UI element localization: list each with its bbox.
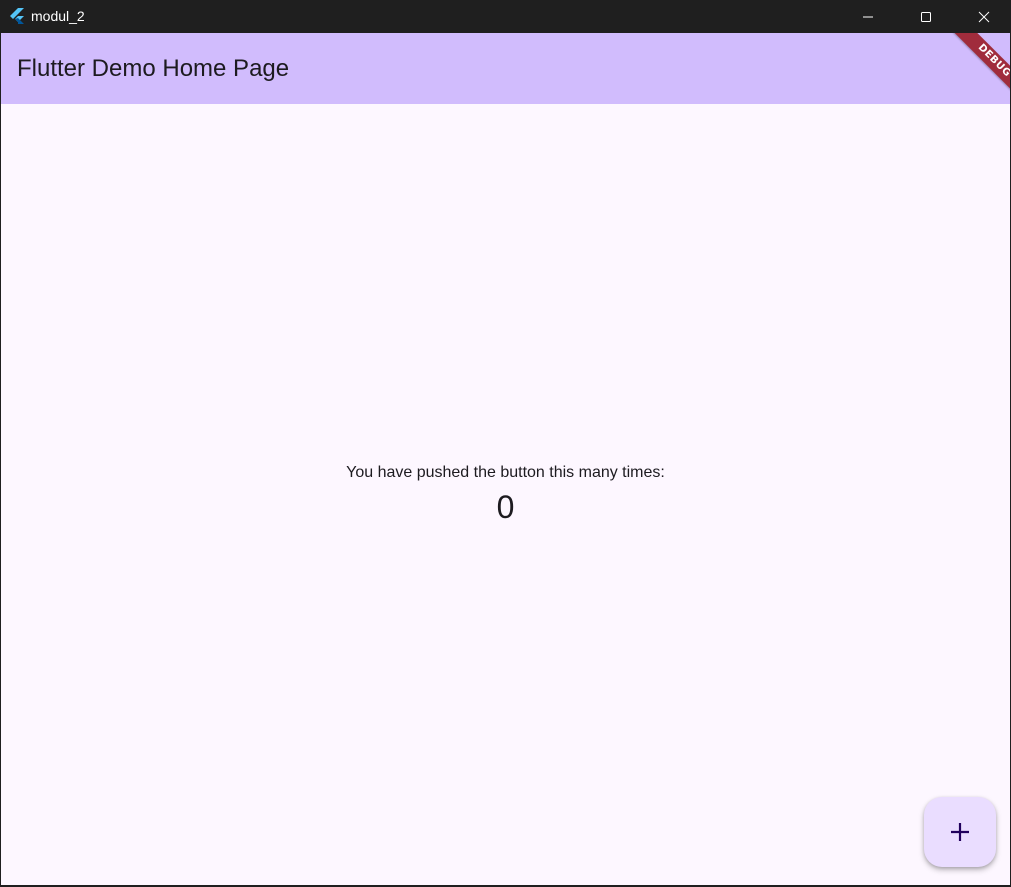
maximize-icon: [921, 11, 931, 22]
counter-value: 0: [496, 489, 515, 525]
flutter-logo-icon: [8, 7, 26, 25]
maximize-button[interactable]: [897, 0, 955, 33]
counter-message: You have pushed the button this many tim…: [346, 464, 665, 481]
minimize-icon: [863, 16, 873, 17]
increment-button[interactable]: [924, 797, 996, 867]
debug-banner: DEBUG: [930, 33, 1010, 113]
close-icon: [978, 11, 990, 22]
close-button[interactable]: [955, 0, 1011, 33]
app-window: modul_2 Flutter Demo Home Page DEBUG You…: [0, 0, 1011, 887]
counter-section: You have pushed the button this many tim…: [1, 461, 1010, 527]
window-title: modul_2: [31, 8, 85, 24]
app-bar: Flutter Demo Home Page: [1, 33, 1010, 104]
minimize-button[interactable]: [839, 0, 897, 33]
app-content: Flutter Demo Home Page DEBUG You have pu…: [1, 33, 1010, 885]
plus-icon: [951, 823, 969, 841]
debug-banner-label: DEBUG: [952, 33, 1010, 103]
page-title: Flutter Demo Home Page: [17, 55, 290, 82]
window-titlebar[interactable]: modul_2: [0, 0, 1011, 33]
